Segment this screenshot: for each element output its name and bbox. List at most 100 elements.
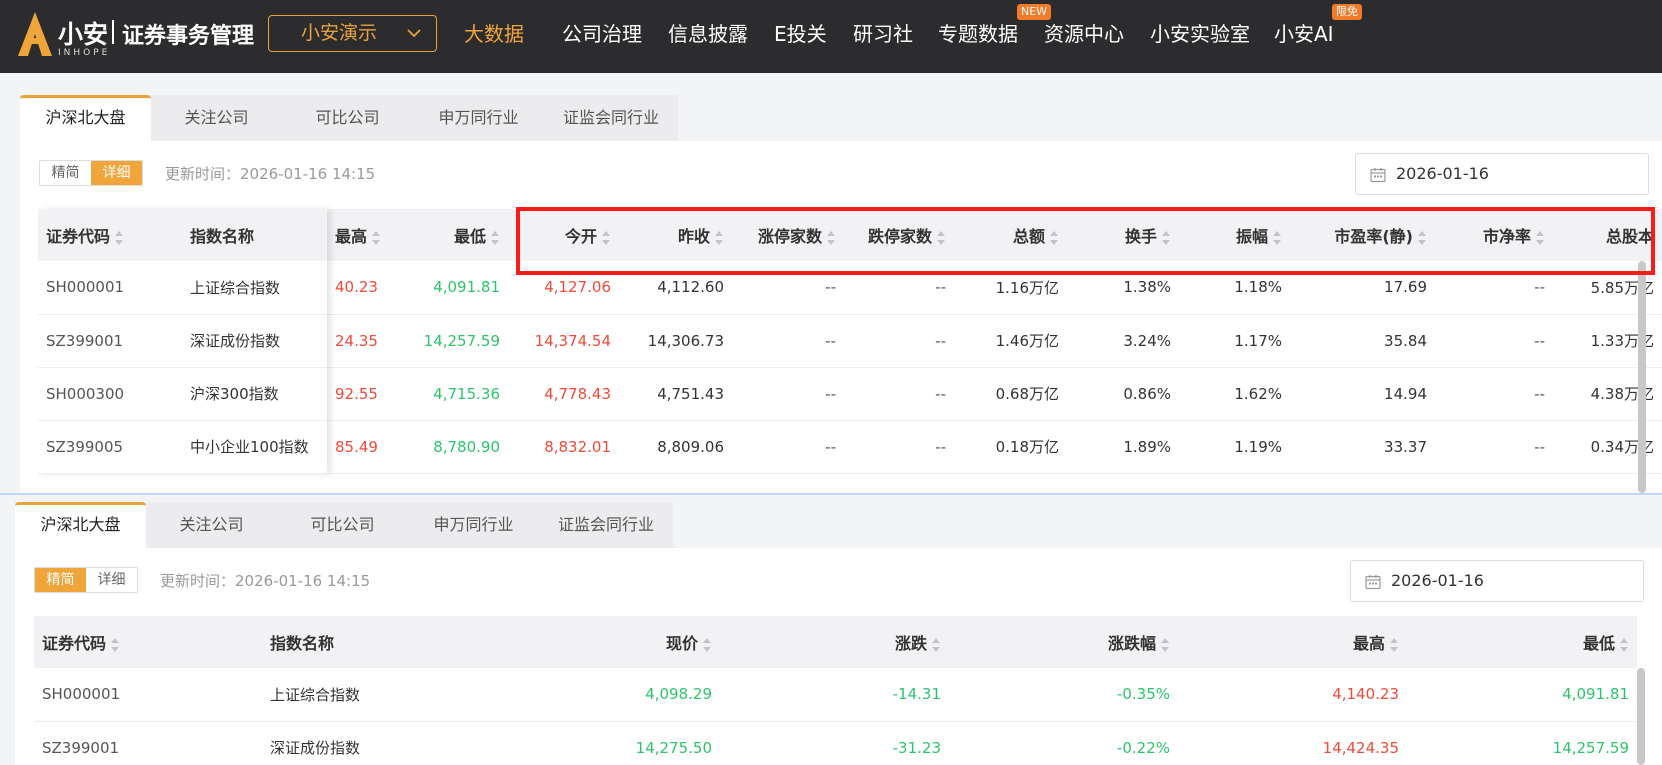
brand-separator	[112, 20, 114, 44]
nav-item-disclosure[interactable]: 信息披露	[668, 19, 748, 49]
cell-limit-up: --	[732, 367, 844, 421]
nav-item-e-ir[interactable]: E投关	[774, 19, 827, 49]
cell-index-name: 中小企业100指数	[182, 420, 327, 474]
col-header-high[interactable]: 最高	[327, 209, 388, 261]
cell-high: 92.55	[327, 367, 388, 421]
bottom-table-header: 证券代码 指数名称 现价 涨跌 涨跌幅 最高 最低	[34, 616, 1637, 668]
cell-code: SZ399001	[34, 721, 262, 765]
table-row[interactable]: SZ399001 深证成份指数 14,275.50 -31.23 -0.22% …	[34, 721, 1637, 765]
cell-low: 4,715.36	[388, 367, 508, 421]
bottom-tab-market[interactable]: 沪深北大盘	[15, 502, 146, 548]
top-tab-bar: 沪深北大盘 关注公司 可比公司 申万同行业 证监会同行业	[20, 95, 678, 141]
bottom-view-simple[interactable]: 精简	[35, 568, 86, 592]
col-header-change-pct[interactable]: 涨跌幅	[949, 616, 1178, 668]
cell-open: 8,832.01	[508, 420, 619, 474]
table-row[interactable]: SZ399001 深证成份指数	[38, 314, 327, 368]
cell-price: 4,098.29	[491, 668, 720, 722]
top-date-picker[interactable]: 2026-01-16	[1355, 153, 1649, 195]
col-header-code[interactable]: 证券代码	[38, 209, 182, 261]
col-header-index-name[interactable]: 指数名称	[262, 616, 491, 668]
bottom-tab-watchlist[interactable]: 关注公司	[146, 502, 277, 548]
cell-high: 40.23	[327, 261, 388, 315]
col-header-low[interactable]: 最低	[388, 209, 508, 261]
bottom-update-time: 更新时间：2026-01-16 14:15	[160, 572, 371, 590]
nav-item-study[interactable]: 研习社	[853, 19, 913, 49]
logo-mark-icon	[18, 12, 52, 56]
top-view-simple[interactable]: 精简	[40, 161, 91, 185]
cell-index-name: 沪深300指数	[182, 367, 327, 421]
free-badge: 限免	[1332, 4, 1362, 20]
col-header-high[interactable]: 最高	[1178, 616, 1407, 668]
calendar-icon	[1370, 168, 1386, 183]
sort-icon	[1390, 637, 1399, 652]
cell-prev-close: 14,306.73	[619, 314, 732, 368]
nav-item-governance[interactable]: 公司治理	[562, 19, 642, 49]
cell-low: 8,780.90	[388, 420, 508, 474]
bottom-tab-csrc-industry[interactable]: 证监会同行业	[539, 502, 673, 548]
cell-prev-close: 8,809.06	[619, 420, 732, 474]
cell-prev-close: 4,751.43	[619, 367, 732, 421]
cell-limit-up: --	[732, 314, 844, 368]
bottom-vertical-scrollbar[interactable]	[1637, 668, 1645, 765]
nav-item-resources[interactable]: 资源中心	[1044, 19, 1124, 49]
cell-pb: --	[1435, 420, 1553, 474]
cell-change-pct: -0.35%	[949, 668, 1178, 722]
bottom-date-picker[interactable]: 2026-01-16	[1350, 560, 1644, 602]
table-row[interactable]: SH000001 上证综合指数 4,098.29 -14.31 -0.35% 4…	[34, 668, 1637, 722]
cell-turnover: 0.86%	[1067, 367, 1179, 421]
nav-item-lab[interactable]: 小安实验室	[1150, 19, 1250, 49]
col-header-change[interactable]: 涨跌	[720, 616, 949, 668]
col-header-index-name[interactable]: 指数名称	[182, 209, 327, 261]
cell-code: SH000001	[38, 261, 182, 315]
table-row[interactable]: SH000001 上证综合指数	[38, 261, 327, 315]
cell-index-name: 上证综合指数	[262, 668, 491, 722]
bottom-view-detail[interactable]: 详细	[86, 568, 137, 592]
col-header-price[interactable]: 现价	[491, 616, 720, 668]
bottom-tab-sw-industry[interactable]: 申万同行业	[408, 502, 539, 548]
nav-item-topic-data[interactable]: 专题数据	[938, 19, 1018, 49]
cell-code: SZ399005	[38, 420, 182, 474]
table-row[interactable]: SZ399005 中小企业100指数	[38, 420, 327, 474]
top-tab-comparable[interactable]: 可比公司	[282, 95, 413, 141]
col-header-low[interactable]: 最低	[1407, 616, 1637, 668]
cell-pb: --	[1435, 367, 1553, 421]
top-date-value: 2026-01-16	[1396, 164, 1489, 183]
top-fixed-header: 证券代码 指数名称	[38, 209, 327, 261]
table-row[interactable]: 24.35 14,257.59 14,374.54 14,306.73 -- -…	[327, 314, 1662, 368]
col-header-code[interactable]: 证券代码	[34, 616, 262, 668]
bottom-tab-bar: 沪深北大盘 关注公司 可比公司 申万同行业 证监会同行业	[15, 502, 673, 548]
cell-change: -14.31	[720, 668, 949, 722]
cell-index-name: 深证成份指数	[262, 721, 491, 765]
top-vertical-scrollbar[interactable]	[1638, 261, 1646, 493]
cell-price: 14,275.50	[491, 721, 720, 765]
top-tab-csrc-industry[interactable]: 证监会同行业	[544, 95, 678, 141]
sort-icon	[1161, 637, 1170, 652]
cell-code: SH000300	[38, 367, 182, 421]
bottom-tab-comparable[interactable]: 可比公司	[277, 502, 408, 548]
cell-pe: 33.37	[1290, 420, 1435, 474]
table-row[interactable]: 85.49 8,780.90 8,832.01 8,809.06 -- -- 0…	[327, 420, 1662, 474]
brand-name: 小安	[58, 20, 109, 49]
table-row[interactable]: 92.55 4,715.36 4,778.43 4,751.43 -- -- 0…	[327, 367, 1662, 421]
cell-amount: 1.46万亿	[954, 314, 1067, 368]
top-view-detail[interactable]: 详细	[91, 161, 142, 185]
sort-icon	[491, 230, 500, 245]
cell-pe: 14.94	[1290, 367, 1435, 421]
cell-amount: 0.18万亿	[954, 420, 1067, 474]
cell-pe: 35.84	[1290, 314, 1435, 368]
cell-code: SH000001	[34, 668, 262, 722]
brand-logo[interactable]: 小安 INHOPE 证券事务管理	[18, 12, 268, 62]
cell-amount: 0.68万亿	[954, 367, 1067, 421]
top-tab-sw-industry[interactable]: 申万同行业	[413, 95, 544, 141]
company-select[interactable]: 小安演示	[268, 15, 437, 52]
highlight-box	[516, 207, 1655, 275]
bottom-table: 证券代码 指数名称 现价 涨跌 涨跌幅 最高 最低 SH000001 上证综合指…	[34, 616, 1637, 765]
top-tab-watchlist[interactable]: 关注公司	[151, 95, 282, 141]
sort-icon	[115, 230, 124, 245]
nav-item-big-data[interactable]: 大数据	[464, 19, 524, 49]
top-tab-market[interactable]: 沪深北大盘	[20, 95, 151, 141]
table-row[interactable]: SH000300 沪深300指数	[38, 367, 327, 421]
cell-limit-down: --	[844, 420, 954, 474]
nav-item-ai[interactable]: 小安AI	[1274, 19, 1334, 49]
brand-sub: INHOPE	[58, 48, 111, 58]
